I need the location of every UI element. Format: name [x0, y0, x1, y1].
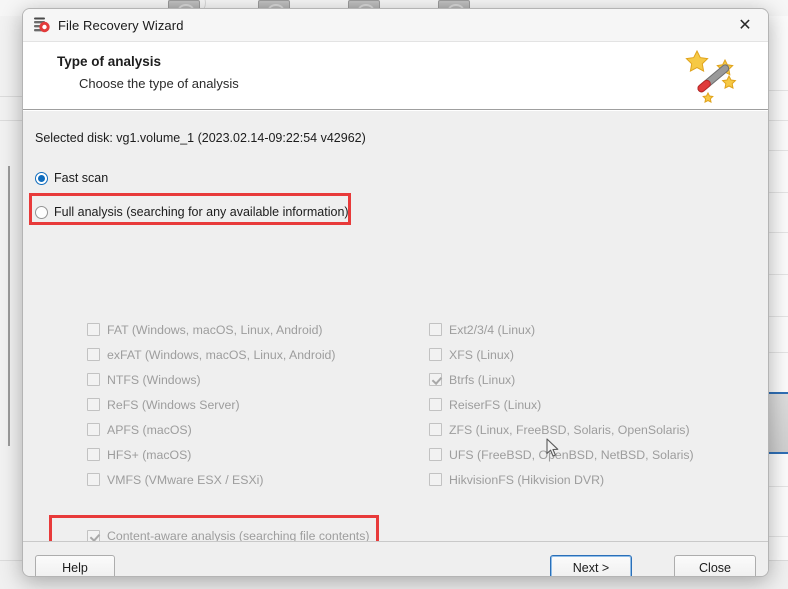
radio-fast-scan-indicator[interactable]: [35, 171, 48, 185]
checkbox-exfat-box[interactable]: [87, 348, 100, 361]
checkbox-btrfs-box[interactable]: [429, 373, 442, 386]
checkbox-exfat[interactable]: exFAT (Windows, macOS, Linux, Android): [87, 342, 336, 367]
checkbox-btrfs[interactable]: Btrfs (Linux): [429, 367, 694, 392]
checkbox-hikvisionfs[interactable]: HikvisionFS (Hikvision DVR): [429, 467, 694, 492]
dialog-titlebar[interactable]: File Recovery Wizard ✕: [23, 9, 768, 41]
dialog-footer: Help Next > Close: [23, 541, 768, 576]
checkbox-ufs-label: UFS (FreeBSD, OpenBSD, NetBSD, Solaris): [449, 447, 694, 462]
checkbox-refs-box[interactable]: [87, 398, 100, 411]
filesystem-column-left: FAT (Windows, macOS, Linux, Android) exF…: [87, 317, 336, 492]
radio-fast-scan[interactable]: Fast scan: [35, 171, 108, 185]
checkbox-exfat-label: exFAT (Windows, macOS, Linux, Android): [107, 347, 336, 362]
checkbox-xfs-label: XFS (Linux): [449, 347, 514, 362]
radio-full-analysis-label: Full analysis (searching for any availab…: [54, 205, 349, 219]
checkbox-xfs-box[interactable]: [429, 348, 442, 361]
checkbox-apfs-label: APFS (macOS): [107, 422, 192, 437]
dialog-title: File Recovery Wizard: [58, 17, 184, 33]
disk-recovery-icon: [33, 16, 51, 34]
checkbox-ext234[interactable]: Ext2/3/4 (Linux): [429, 317, 694, 342]
checkbox-apfs[interactable]: APFS (macOS): [87, 417, 336, 442]
checkbox-fat[interactable]: FAT (Windows, macOS, Linux, Android): [87, 317, 336, 342]
file-recovery-wizard-dialog: File Recovery Wizard ✕ Type of analysis …: [22, 8, 769, 577]
dialog-header: Type of analysis Choose the type of anal…: [23, 41, 768, 110]
checkbox-vmfs-box[interactable]: [87, 473, 100, 486]
dialog-body: Selected disk: vg1.volume_1 (2023.02.14-…: [23, 110, 768, 563]
checkbox-apfs-box[interactable]: [87, 423, 100, 436]
next-button[interactable]: Next >: [550, 555, 632, 576]
magic-wand-icon: [684, 47, 746, 105]
checkbox-hikvisionfs-box[interactable]: [429, 473, 442, 486]
checkbox-reiserfs-label: ReiserFS (Linux): [449, 397, 542, 412]
checkbox-ext234-box[interactable]: [429, 323, 442, 336]
checkbox-ntfs-box[interactable]: [87, 373, 100, 386]
page-title: Type of analysis: [57, 54, 162, 69]
checkbox-zfs[interactable]: ZFS (Linux, FreeBSD, Solaris, OpenSolari…: [429, 417, 694, 442]
checkbox-hfsplus[interactable]: HFS+ (macOS): [87, 442, 336, 467]
checkbox-ufs[interactable]: UFS (FreeBSD, OpenBSD, NetBSD, Solaris): [429, 442, 694, 467]
radio-full-analysis-indicator[interactable]: [35, 205, 48, 219]
checkbox-reiserfs-box[interactable]: [429, 398, 442, 411]
help-button[interactable]: Help: [35, 555, 115, 576]
close-icon[interactable]: ✕: [722, 9, 768, 41]
checkbox-hikvisionfs-label: HikvisionFS (Hikvision DVR): [449, 472, 605, 487]
checkbox-xfs[interactable]: XFS (Linux): [429, 342, 694, 367]
checkbox-hfsplus-box[interactable]: [87, 448, 100, 461]
screen: FAT NTFS Ext2/3/4 Btrfs Unallocated: [0, 0, 788, 589]
checkbox-ext234-label: Ext2/3/4 (Linux): [449, 322, 536, 337]
filesystem-column-right: Ext2/3/4 (Linux) XFS (Linux) Btrfs (Linu…: [429, 317, 694, 492]
radio-fast-scan-label: Fast scan: [54, 171, 109, 185]
checkbox-ntfs-label: NTFS (Windows): [107, 372, 201, 387]
checkbox-zfs-box[interactable]: [429, 423, 442, 436]
checkbox-fat-label: FAT (Windows, macOS, Linux, Android): [107, 322, 323, 337]
checkbox-refs[interactable]: ReFS (Windows Server): [87, 392, 336, 417]
selected-disk-label: Selected disk: vg1.volume_1 (2023.02.14-…: [35, 131, 366, 145]
checkbox-reiserfs[interactable]: ReiserFS (Linux): [429, 392, 694, 417]
checkbox-refs-label: ReFS (Windows Server): [107, 397, 240, 412]
checkbox-vmfs-label: VMFS (VMware ESX / ESXi): [107, 472, 264, 487]
checkbox-fat-box[interactable]: [87, 323, 100, 336]
checkbox-zfs-label: ZFS (Linux, FreeBSD, Solaris, OpenSolari…: [449, 422, 690, 437]
checkbox-hfsplus-label: HFS+ (macOS): [107, 447, 192, 462]
checkbox-ufs-box[interactable]: [429, 448, 442, 461]
checkbox-ntfs[interactable]: NTFS (Windows): [87, 367, 336, 392]
checkbox-btrfs-label: Btrfs (Linux): [449, 372, 516, 387]
background-tree-line: [8, 166, 10, 446]
checkbox-vmfs[interactable]: VMFS (VMware ESX / ESXi): [87, 467, 336, 492]
radio-full-analysis[interactable]: Full analysis (searching for any availab…: [35, 205, 349, 219]
close-button[interactable]: Close: [674, 555, 756, 576]
page-subtitle: Choose the type of analysis: [79, 76, 239, 91]
